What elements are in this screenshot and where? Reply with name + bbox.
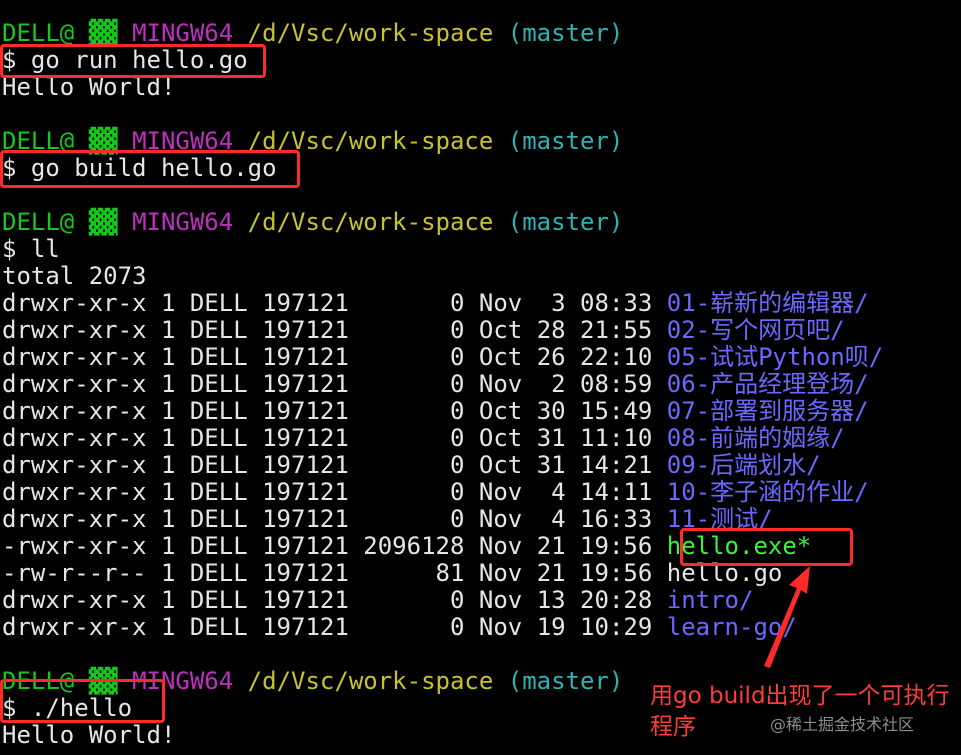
watermark: @稀土掘金技术社区 xyxy=(770,715,915,734)
annotation-arrow-shape xyxy=(764,566,810,668)
annotation-arrow xyxy=(764,566,810,668)
